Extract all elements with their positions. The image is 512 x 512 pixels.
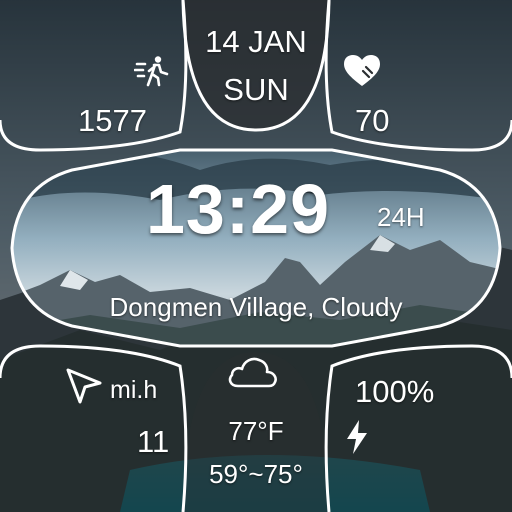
date-weekday: SUN (223, 72, 289, 107)
temperature-range: 59°~75° (209, 459, 303, 489)
cloud-icon[interactable] (224, 352, 282, 392)
location-weather-text: Dongmen Village, Cloudy (109, 292, 403, 322)
heart-icon[interactable] (342, 53, 382, 89)
date-day: 14 JAN (205, 24, 307, 59)
time-format: 24H (377, 202, 425, 232)
walking-icon[interactable] (134, 55, 170, 87)
lightning-bolt-icon (344, 419, 370, 455)
heart-rate-value: 70 (355, 103, 390, 138)
watch-face: 14 JAN SUN 1577 70 13:29 24H Dongmen Vil… (0, 0, 512, 512)
time-display: 13:29 (146, 170, 331, 248)
steps-value: 1577 (78, 103, 147, 138)
battery-value: 100% (355, 374, 435, 409)
current-temperature: 77°F (228, 416, 284, 446)
speed-unit: mi.h (110, 376, 158, 404)
navigation-arrow-icon[interactable] (64, 366, 104, 406)
